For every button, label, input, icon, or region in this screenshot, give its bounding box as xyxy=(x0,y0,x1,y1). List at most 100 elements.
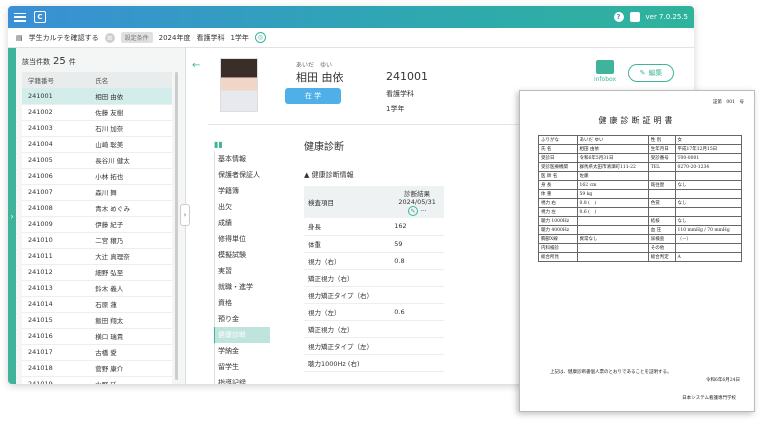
table-row: 体重 59 xyxy=(304,235,444,253)
certificate-cell: あいだ ゆい xyxy=(576,135,649,145)
certificate-cell: 色覚 xyxy=(647,198,676,208)
menu-item[interactable]: 健康診断 xyxy=(214,327,270,343)
menu-item[interactable]: 学籍簿 xyxy=(214,183,270,199)
table-row[interactable]: 241014 石原 蓮 xyxy=(22,296,172,313)
menu-item[interactable]: 預り金 xyxy=(214,311,270,327)
panel-toggle-left-icon[interactable]: › xyxy=(8,48,16,384)
certificate-cell: 聴力 1000Hz xyxy=(538,216,578,226)
table-row[interactable]: 241011 大辻 真理奈 xyxy=(22,248,172,265)
menu-item[interactable]: 基本情報 xyxy=(214,151,270,167)
refresh-icon[interactable]: ◎ xyxy=(254,32,266,43)
list-scrollbar[interactable] xyxy=(175,72,178,380)
certificate-cell: TEL xyxy=(647,162,676,172)
certificate-cell: 医 師 名 xyxy=(538,171,578,181)
hamburger-menu-icon[interactable] xyxy=(14,12,26,22)
certificate-row: 視力 左 0.6 ( ) xyxy=(538,207,742,217)
edit-button[interactable]: ✎ 編集 xyxy=(628,64,674,82)
student-name-cell: 青木 めぐみ xyxy=(89,200,172,217)
table-row[interactable]: 241004 山崎 聡美 xyxy=(22,136,172,153)
student-dept: 看護学科 xyxy=(386,90,414,98)
item-value-cell: 0.8 xyxy=(390,252,444,270)
certificate-cell: 性 別 xyxy=(647,135,676,145)
certificate-cell: 令和6年5月31日 xyxy=(576,153,649,163)
certificate-cell: 血 圧 xyxy=(647,225,676,235)
menu-item[interactable]: 学納金 xyxy=(214,343,270,359)
result-count: 該当件数 25 件 xyxy=(22,56,76,67)
item-value-cell xyxy=(390,337,444,355)
menu-item[interactable]: 保護者保証人 xyxy=(214,167,270,183)
student-grade: 1学年 xyxy=(386,105,405,113)
item-value-cell: 0.6 xyxy=(390,303,444,321)
certificate-row: 総合所見 総合判定 A xyxy=(538,252,742,262)
student-table: 学籍番号 氏名 241001 相田 由依 241002 佐藤 友樹 241003 石川 加… xyxy=(22,72,172,384)
print-icon[interactable]: ▤ xyxy=(16,34,23,42)
year-label: 2024年度 xyxy=(158,33,191,42)
column-header-name[interactable]: 氏名 xyxy=(89,72,172,88)
certificate-cell: 受診医療機関 xyxy=(538,162,578,172)
menu-item[interactable]: 就職・進学 xyxy=(214,279,270,295)
user-menu-icon[interactable] xyxy=(629,12,640,22)
table-row[interactable]: 241012 細野 弘至 xyxy=(22,264,172,281)
infobox-button[interactable]: infobox xyxy=(592,60,618,83)
column-header-result: 診断結果 2024/05/31 ✎ ··· xyxy=(390,186,444,218)
certificate-row: 視力 右 0.8 ( ) 色覚 なし xyxy=(538,198,742,208)
table-row: 身長 162 xyxy=(304,218,444,236)
student-id-cell: 241017 xyxy=(22,344,90,361)
table-row[interactable]: 241009 伊藤 紀子 xyxy=(22,216,172,233)
certificate-cell: なし xyxy=(674,198,742,208)
menu-item[interactable]: 成績 xyxy=(214,215,270,231)
certificate-cell: 0.8 ( ) xyxy=(576,198,649,208)
certificate-cell: A xyxy=(674,252,742,262)
back-arrow-icon[interactable]: ← xyxy=(192,60,200,71)
table-row[interactable]: 241018 菅野 康介 xyxy=(22,360,172,377)
student-id-cell: 241001 xyxy=(22,88,90,105)
certificate-cell: 氏 名 xyxy=(538,144,578,154)
student-id-cell: 241003 xyxy=(22,120,90,137)
table-row[interactable]: 241006 小林 拓也 xyxy=(22,168,172,185)
table-row[interactable]: 241003 石川 加奈 xyxy=(22,120,172,137)
certificate-cell: 生年月日 xyxy=(647,144,676,154)
table-row[interactable]: 241005 長谷川 健太 xyxy=(22,152,172,169)
more-icon[interactable]: ··· xyxy=(420,207,426,215)
certificate-cell: 群馬県太田市清澤町111-22 xyxy=(576,162,649,172)
table-row[interactable]: 241008 青木 めぐみ xyxy=(22,200,172,217)
menu-item[interactable]: 指導記録 xyxy=(214,375,270,384)
table-row: 聴力1000Hz (右) xyxy=(304,354,444,372)
edit-result-icon[interactable]: ✎ xyxy=(407,206,418,216)
certificate-cell: 59 kg xyxy=(576,189,649,199)
menu-item[interactable]: 模擬試験 xyxy=(214,247,270,263)
menu-item[interactable]: 修得単位 xyxy=(214,231,270,247)
certificate-row: 受診医療機関 群馬県太田市清澤町111-22 TEL 0270-20-1234 xyxy=(538,162,742,172)
name-ruby: あいだ ゆい xyxy=(296,62,333,69)
app-logo-icon[interactable]: C xyxy=(34,11,46,23)
table-row[interactable]: 241007 森川 舞 xyxy=(22,184,172,201)
table-row[interactable]: 241015 飯田 翔太 xyxy=(22,312,172,329)
condition-tag[interactable]: 設定条件 xyxy=(120,32,153,43)
table-row[interactable]: 241017 古橋 愛 xyxy=(22,344,172,361)
certificate-cell xyxy=(647,189,676,199)
student-photo xyxy=(220,58,258,112)
table-row[interactable]: 241001 相田 由依 xyxy=(22,88,172,105)
table-row[interactable]: 241016 横口 瑞貴 xyxy=(22,328,172,345)
menu-item[interactable]: 留学生 xyxy=(214,359,270,375)
table-row[interactable]: 241010 二宮 穣乃 xyxy=(22,232,172,249)
table-row[interactable]: 241013 鈴木 義人 xyxy=(22,280,172,297)
student-name-cell: 横口 瑞貴 xyxy=(89,328,172,345)
help-icon[interactable]: ? xyxy=(613,12,624,22)
menu-item[interactable]: 実習 xyxy=(214,263,270,279)
table-row: 視力矯正タイプ（右） xyxy=(304,286,444,304)
certificate-cell: 受診日 xyxy=(538,153,578,163)
menu-item[interactable]: 資格 xyxy=(214,295,270,311)
table-row: 視力矯正タイプ（左） xyxy=(304,337,444,355)
table-row[interactable]: 241002 佐藤 友樹 xyxy=(22,104,172,121)
certificate-cell: 0270-20-1234 xyxy=(674,162,742,172)
menu-item[interactable]: 出欠 xyxy=(214,199,270,215)
health-certificate: 証第 001 号 健康診断証明書 ふりがな あいだ ゆい性 別女氏 名相田 由依生… xyxy=(519,90,755,412)
certificate-cell xyxy=(647,207,676,217)
certificate-cell xyxy=(576,252,649,262)
certificate-cell: ふりがな xyxy=(538,135,578,145)
column-header-id[interactable]: 学籍番号 xyxy=(22,72,90,88)
filter-icon[interactable]: ≡ xyxy=(104,32,115,43)
pencil-icon: ✎ xyxy=(639,69,646,77)
table-row[interactable]: 241019水野 廷 xyxy=(22,376,172,384)
